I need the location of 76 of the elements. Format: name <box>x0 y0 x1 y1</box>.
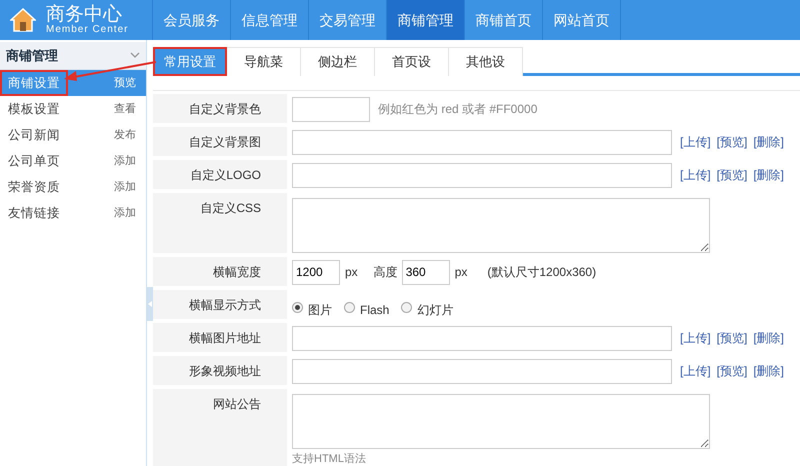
tab[interactable]: 首页设 <box>375 47 449 76</box>
sidebar-item-label: 友情链接 <box>7 204 61 222</box>
nav-tab[interactable]: 商铺首页 <box>464 0 542 40</box>
sidebar-item[interactable]: 商铺设置 预览 <box>0 70 146 96</box>
collapse-handle[interactable] <box>147 287 153 321</box>
sidebar-item-action[interactable]: 查看 <box>114 100 136 118</box>
action-link[interactable]: [预览] <box>716 133 748 151</box>
sidebar-item[interactable]: 模板设置 查看 <box>0 96 146 122</box>
action-link[interactable]: [上传] <box>680 329 711 347</box>
action-link[interactable]: [预览] <box>716 329 748 347</box>
sidebar-item-action[interactable]: 添加 <box>114 152 136 170</box>
radio-button[interactable] <box>344 302 355 312</box>
tab[interactable]: 侧边栏 <box>301 47 375 76</box>
action-link[interactable]: [预览] <box>716 362 748 380</box>
field-label: 形象视频地址 <box>189 364 261 378</box>
sidebar-header[interactable]: 商铺管理 <box>0 42 146 70</box>
tab[interactable]: 其他设 <box>449 47 523 76</box>
sidebar-item[interactable]: 荣誉资质 添加 <box>0 174 146 200</box>
sidebar-item[interactable]: 友情链接 添加 <box>0 200 146 226</box>
unit-text: px <box>345 264 358 281</box>
sidebar-item[interactable]: 公司单页 添加 <box>0 148 146 174</box>
action-link[interactable]: [上传] <box>680 362 711 380</box>
sidebar-item[interactable]: 公司新闻 发布 <box>0 122 146 148</box>
width-input[interactable]: 1200 <box>292 260 340 284</box>
radio-label: 幻灯片 <box>417 302 454 318</box>
sidebar-item-label: 商铺设置 <box>0 70 68 96</box>
field-label: 自定义背景图 <box>189 135 261 149</box>
height-label: 高度 <box>374 264 398 281</box>
text-input[interactable] <box>292 358 672 384</box>
action-link[interactable]: [上传] <box>680 166 711 184</box>
sidebar-item-label: 公司新闻 <box>7 126 61 144</box>
sidebar-item-action[interactable]: 添加 <box>114 178 136 196</box>
tab[interactable]: 常用设置 <box>153 47 227 76</box>
field-label: 横幅宽度 <box>213 265 261 279</box>
action-link[interactable]: [删除] <box>753 362 784 380</box>
text-input[interactable] <box>292 162 672 188</box>
action-link[interactable]: [预览] <box>716 166 748 184</box>
text-area[interactable] <box>292 198 710 253</box>
nav-tab[interactable]: 网站首页 <box>542 0 620 40</box>
note-text: (默认尺寸1200x360) <box>487 264 596 281</box>
field-label: 横幅图片地址 <box>189 331 261 345</box>
action-link[interactable]: [删除] <box>753 166 784 184</box>
sidebar-item-action[interactable]: 预览 <box>114 74 136 92</box>
sidebar-item-label: 模板设置 <box>7 100 61 118</box>
sidebar-item-action[interactable]: 添加 <box>114 204 136 222</box>
field-label: 自定义CSS <box>200 201 261 215</box>
nav-tab[interactable]: 会员服务 <box>152 0 230 40</box>
house-icon <box>10 8 36 32</box>
text-input[interactable] <box>292 96 370 122</box>
action-link[interactable]: [删除] <box>753 329 784 347</box>
tab[interactable]: 导航菜 <box>227 47 301 76</box>
field-label: 自定义背景色 <box>189 102 261 116</box>
sidebar-item-label: 公司单页 <box>7 152 61 170</box>
unit-text: px <box>454 264 468 281</box>
hint-text: 支持HTML语法 <box>292 452 367 466</box>
height-input[interactable]: 360 <box>402 260 450 284</box>
text-input[interactable] <box>292 326 672 350</box>
sidebar-item-label: 荣誉资质 <box>7 178 61 196</box>
sidebar-item-action[interactable]: 发布 <box>114 126 136 144</box>
hint-text: 例如红色为 red 或者 #FF0000 <box>378 101 538 118</box>
action-link[interactable]: [上传] <box>680 133 711 151</box>
radio-button[interactable] <box>401 302 412 312</box>
radio-label: Flash <box>360 302 390 318</box>
radio-button[interactable] <box>292 302 303 312</box>
nav-tab[interactable]: 商铺管理 <box>386 0 464 40</box>
field-label: 自定义LOGO <box>190 168 261 182</box>
radio-label: 图片 <box>308 302 332 318</box>
text-input[interactable] <box>292 130 672 154</box>
sidebar-title: 商铺管理 <box>6 46 58 65</box>
brand-title: 商务中心 <box>46 5 123 24</box>
nav-tab[interactable]: 信息管理 <box>230 0 308 40</box>
text-area[interactable] <box>292 394 710 449</box>
brand-subtitle: Member Center <box>46 25 128 35</box>
field-label: 横幅显示方式 <box>189 298 261 312</box>
field-label: 网站公告 <box>213 397 261 411</box>
action-link[interactable]: [删除] <box>753 133 784 151</box>
